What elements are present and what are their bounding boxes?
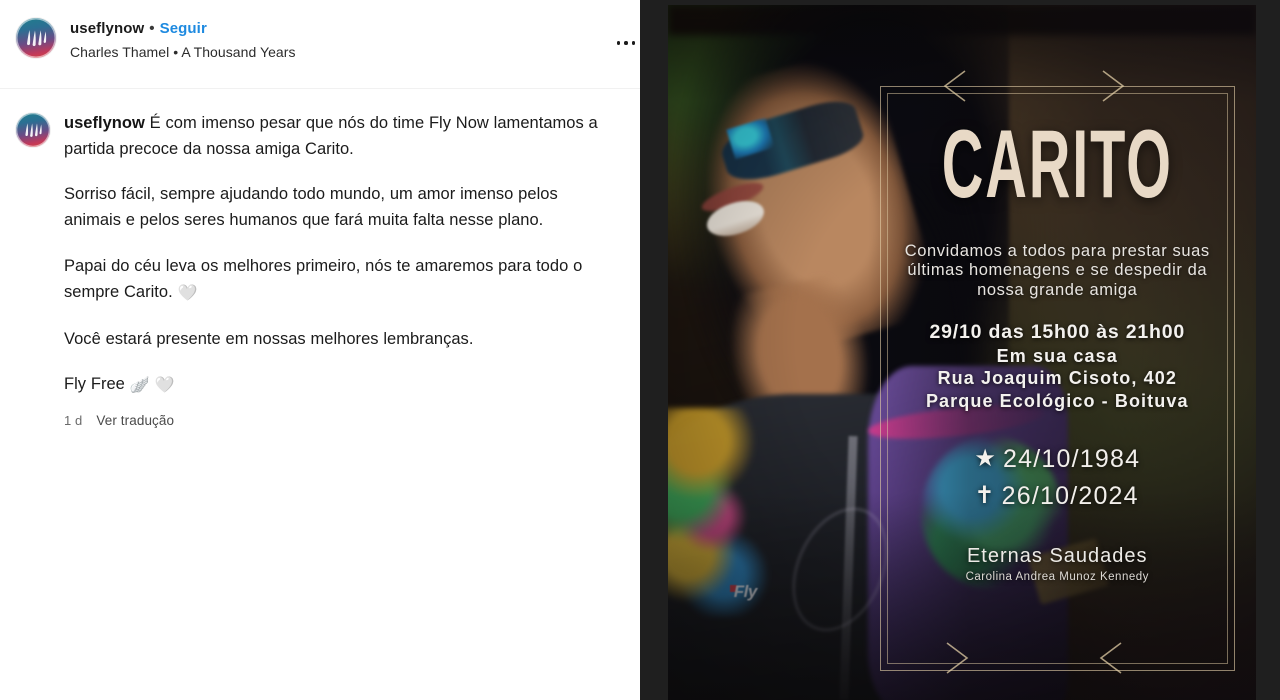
white-heart-emoji-2: 🤍 (154, 377, 175, 395)
header-text-group: useflynow • Seguir Charles Thamel • A Thou… (70, 18, 296, 61)
caption-paragraph-1: useflynow É com imenso pesar que nós do … (64, 111, 604, 162)
post-username[interactable]: useflynow (70, 20, 144, 37)
flyer-venue: Em sua casa (996, 345, 1118, 366)
post-header: useflynow • Seguir Charles Thamel • A Thou… (0, 0, 640, 88)
flyer-birth-date: 24/10/1984 (1003, 444, 1141, 473)
header-username-row: useflynow • Seguir (70, 19, 296, 39)
flyer-city: Parque Ecológico - Boituva (925, 390, 1189, 411)
caption-paragraph-4: Você estará presente em nossas melhores … (64, 327, 604, 353)
caption-paragraph-3: Papai do céu leva os melhores primeiro, … (64, 254, 604, 307)
caption-paragraph-2: Sorriso fácil, sempre ajudando todo mund… (64, 182, 604, 233)
caption-avatar[interactable] (16, 113, 50, 147)
caption-text-4: Você estará presente em nossas melhores … (64, 329, 474, 348)
caption-meta-row: 1 d Ver tradução (64, 413, 604, 428)
white-heart-emoji: 🤍 (177, 284, 198, 302)
flyer-datetime: 29/10 das 15h00 às 21h00 (929, 321, 1186, 344)
username-separator: • (149, 20, 155, 37)
flyer-name: CARITO (941, 111, 1173, 219)
flyer-life-dates: ★ 24/10/1984 ✝ 26/10/2024 (974, 445, 1140, 511)
caption-text-2: Sorriso fácil, sempre ajudando todo mund… (64, 185, 558, 230)
caption-paragraph-5: Fly Free 🪽 🤍 (64, 372, 604, 399)
flyer-address: Rua Joaquim Cisoto, 402 (937, 368, 1177, 389)
flynow-logo-icon (27, 30, 47, 47)
caption-text-3: Papai do céu leva os melhores primeiro, … (64, 256, 583, 301)
flyer-death-date: 26/10/2024 (1001, 481, 1139, 510)
wing-emoji: 🪽 (129, 377, 150, 395)
flyer-birth-row: ★ 24/10/1984 (974, 445, 1140, 474)
caption-text-5: Fly Free (64, 375, 125, 394)
flyer-full-name: Carolina Andrea Munoz Kennedy (965, 570, 1149, 583)
flyer-invitation-text: Convidamos a todos para prestar suas últ… (904, 241, 1210, 299)
post-photo[interactable]: Fly CARITO Convidamos (668, 5, 1256, 700)
post-details-pane: useflynow • Seguir Charles Thamel • A Thou… (0, 0, 640, 700)
flyer-death-row: ✝ 26/10/2024 (974, 482, 1138, 511)
avatar[interactable] (16, 18, 56, 58)
cross-icon: ✝ (974, 482, 996, 510)
see-translation-button[interactable]: Ver tradução (96, 413, 174, 428)
star-icon: ★ (974, 445, 998, 473)
audio-attribution[interactable]: Charles Thamel • A Thousand Years (70, 43, 296, 61)
caption-block: useflynow É com imenso pesar que nós do … (0, 89, 640, 428)
caption-text-1: É com imenso pesar que nós do time Fly N… (64, 114, 598, 158)
memorial-flyer: CARITO Convidamos a todos para prestar s… (880, 86, 1235, 671)
media-pane[interactable]: Fly CARITO Convidamos (640, 0, 1280, 700)
flyer-closing-text: Eternas Saudades (966, 544, 1148, 567)
more-dot-1 (616, 41, 621, 45)
caption-body: useflynow É com imenso pesar que nós do … (64, 111, 604, 428)
more-dot-2 (624, 41, 628, 45)
more-dot-3 (631, 41, 636, 45)
flynow-logo-icon (25, 123, 42, 137)
caption-username[interactable]: useflynow (64, 114, 145, 132)
flyer-event-details: 29/10 das 15h00 às 21h00 Em sua casa Rua… (926, 320, 1189, 413)
follow-button[interactable]: Seguir (160, 20, 207, 37)
instagram-post-screen: useflynow • Seguir Charles Thamel • A Thou… (0, 0, 1280, 700)
post-timestamp: 1 d (64, 413, 83, 429)
